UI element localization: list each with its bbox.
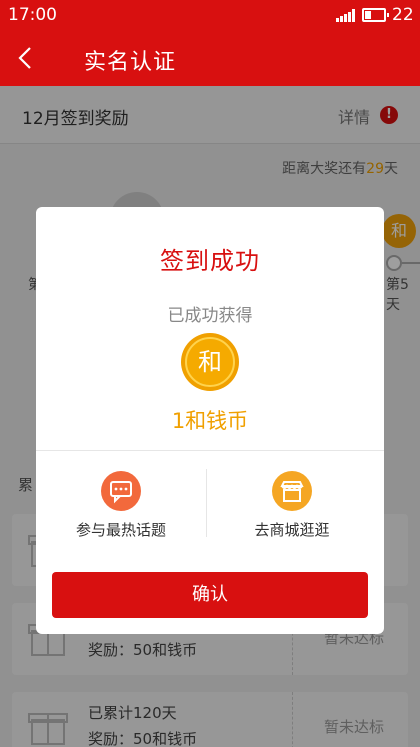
dialog-title: 签到成功 [160,247,260,275]
hot-topics-label: 参与最热话题 [75,521,166,539]
back-arrow-icon[interactable] [14,46,38,70]
mall-label: 去商城逛逛 [254,521,330,539]
reward-amount: 1和钱币 [171,409,249,433]
page-title: 实名认证 [84,50,177,75]
status-time: 17:00 [8,5,57,25]
battery-icon [362,8,389,22]
signal-icon [336,9,356,22]
dialog-subtitle: 已成功获得 [167,306,253,326]
nav-bar: 实名认证 [0,30,420,86]
shop-icon [272,471,312,511]
battery-level: 22 [392,5,414,25]
coin-icon: 和 [181,333,239,391]
sign-in-success-dialog: 签到成功 已成功获得 和 1和钱币 参与最热话题 去商城逛逛 确认 [36,207,384,634]
chat-icon [101,471,141,511]
coin-char: 和 [185,337,235,387]
hot-topics-action[interactable]: 参与最热话题 [36,469,206,539]
status-bar: 17:00 22 [0,0,420,30]
confirm-button[interactable]: 确认 [52,572,368,618]
dialog-divider [36,450,384,451]
mall-action[interactable]: 去商城逛逛 [207,469,377,539]
